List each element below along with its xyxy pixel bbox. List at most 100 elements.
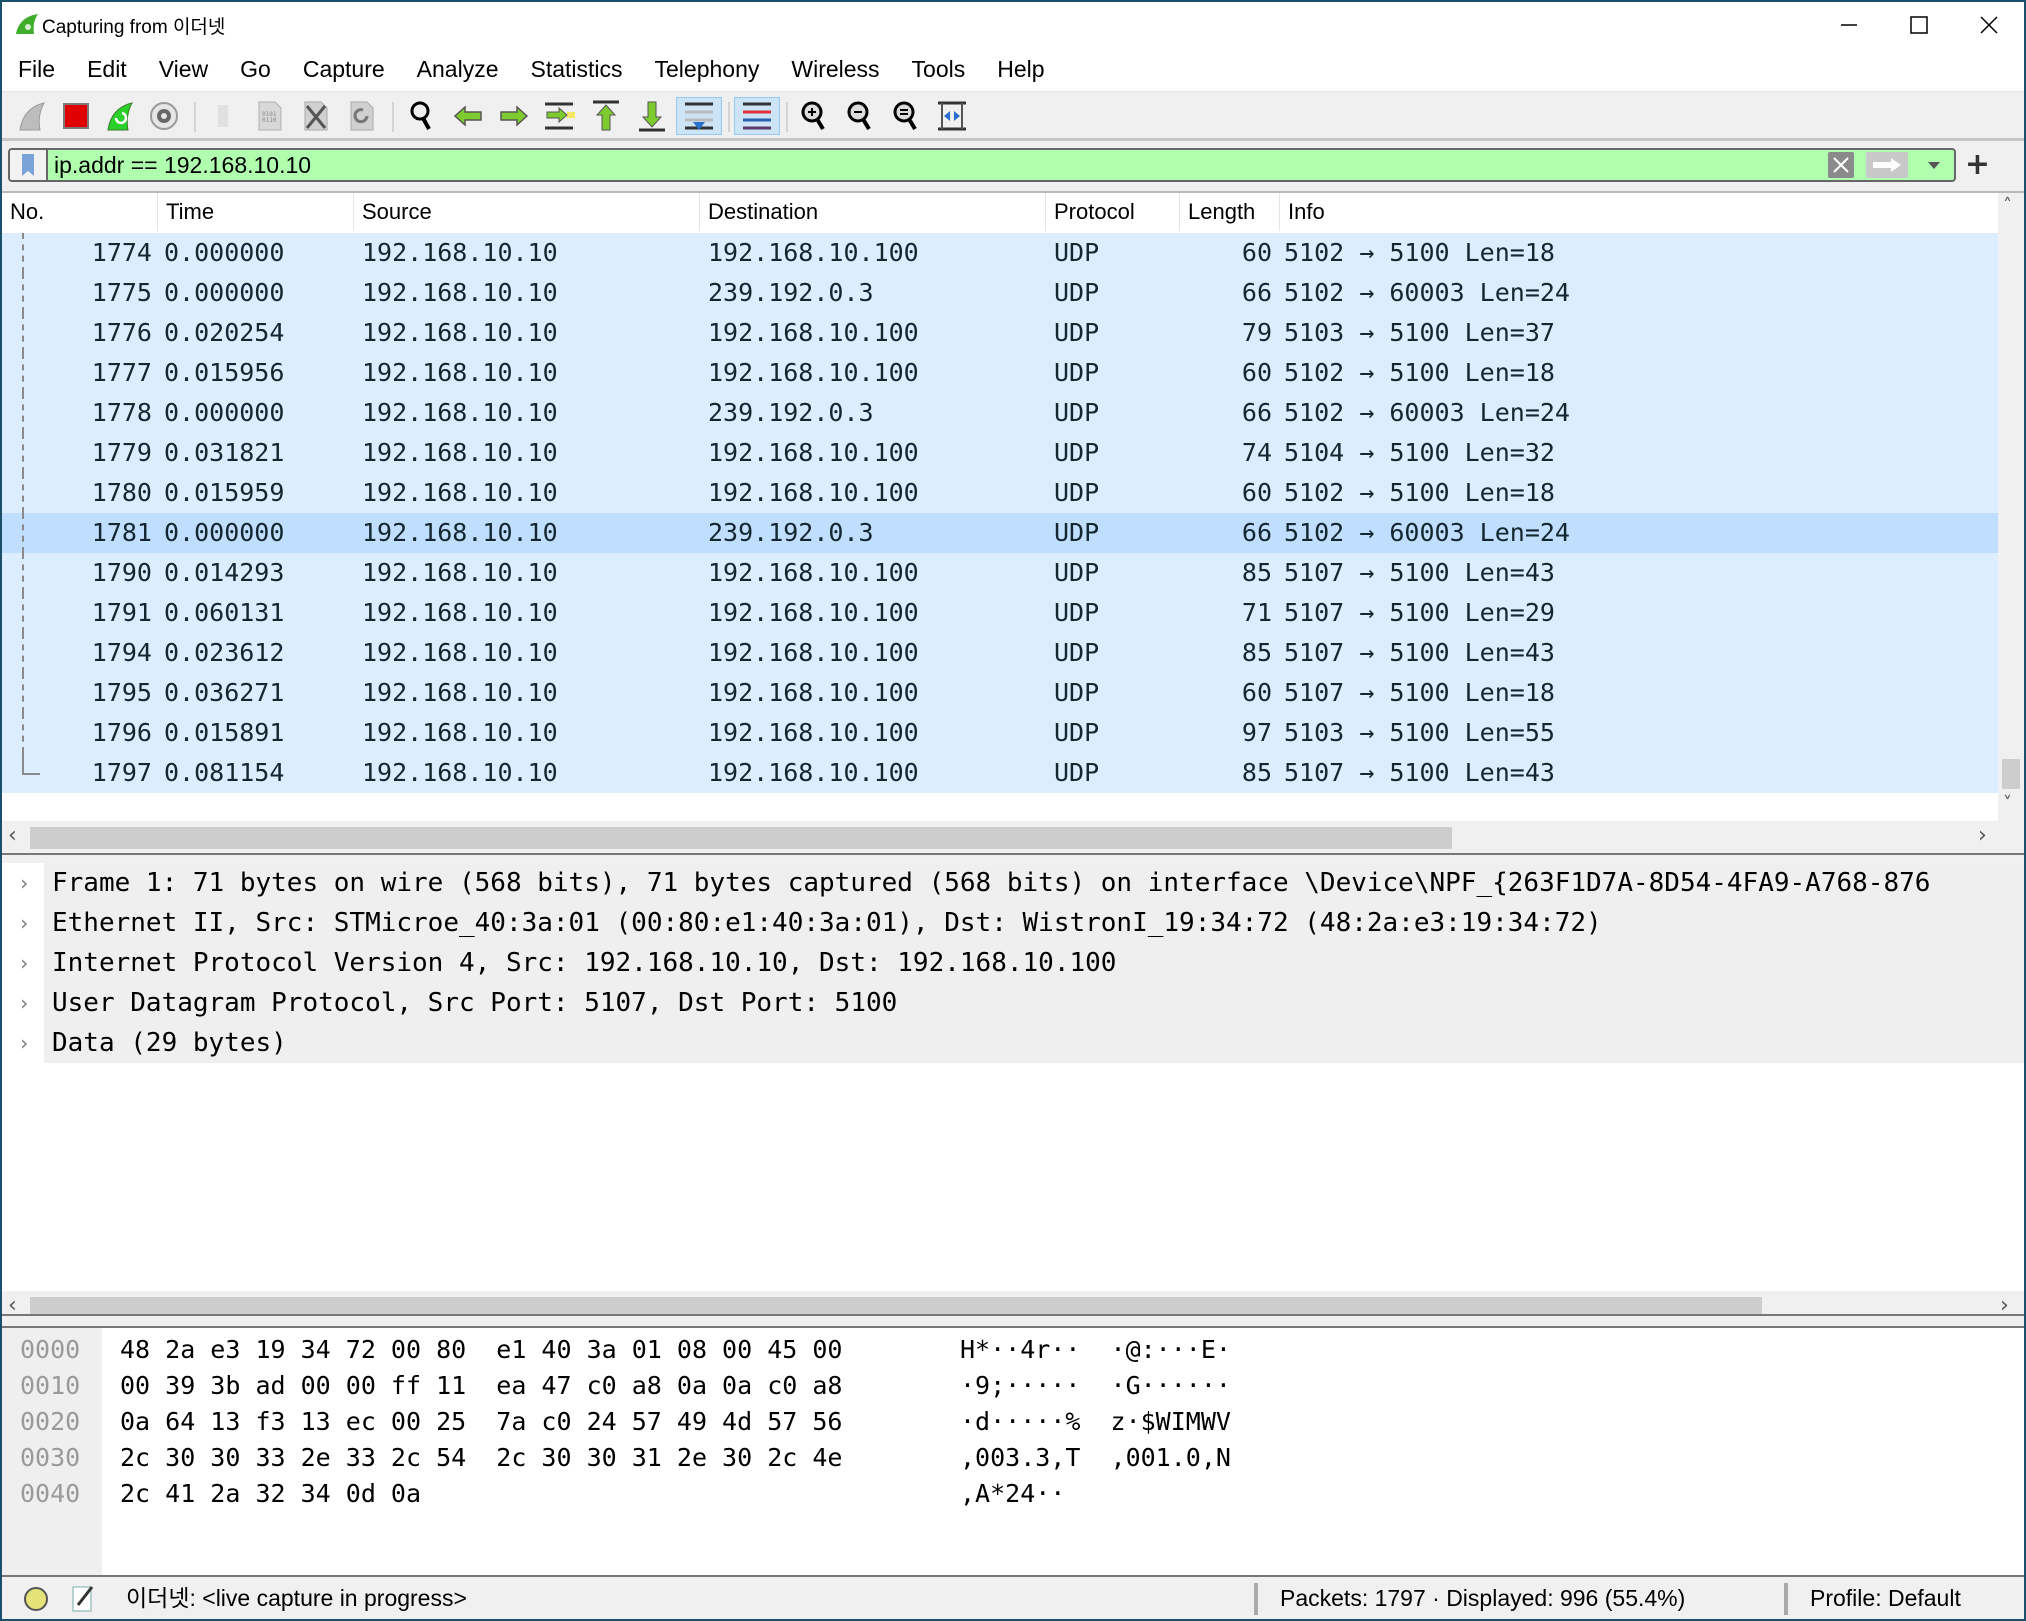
profile-text[interactable]: Profile: Default: [1810, 1577, 1961, 1619]
detail-udp[interactable]: › User Datagram Protocol, Src Port: 5107,…: [2, 983, 2024, 1023]
display-filter-input[interactable]: [54, 150, 1834, 180]
byte-row[interactable]: 0030 2c 30 30 33 2e 33 2c 54 2c 30 30 31 …: [2, 1440, 2024, 1476]
packet-row[interactable]: 1794 0.023612 192.168.10.10 192.168.10.100 U…: [2, 633, 1998, 673]
packet-row[interactable]: 1796 0.015891 192.168.10.10 192.168.10.100 U…: [2, 713, 1998, 753]
capture-options-button[interactable]: [144, 97, 184, 135]
packet-row[interactable]: 1779 0.031821 192.168.10.10 192.168.10.100 U…: [2, 433, 1998, 473]
status-separator[interactable]: [1254, 1583, 1258, 1615]
go-to-packet-button[interactable]: [540, 97, 580, 135]
byte-row[interactable]: 0040 2c 41 2a 32 34 0d 0a ,A*24··: [2, 1476, 2024, 1512]
chevron-right-icon[interactable]: ›: [18, 863, 30, 903]
add-filter-button[interactable]: +: [1965, 150, 1990, 180]
menu-file[interactable]: File: [18, 54, 55, 85]
byte-row[interactable]: 0010 00 39 3b ad 00 00 ff 11 ea 47 c0 a8 …: [2, 1368, 2024, 1404]
packet-list-vertical-scrollbar[interactable]: ˄ ˅: [1998, 193, 2024, 823]
column-header-no[interactable]: No.: [2, 193, 158, 231]
vertical-scroll-thumb[interactable]: [2002, 759, 2020, 789]
packet-no: 1781: [91, 518, 152, 547]
chevron-right-icon[interactable]: ›: [18, 1023, 30, 1063]
menu-wireless[interactable]: Wireless: [791, 54, 879, 85]
chevron-right-icon[interactable]: ›: [18, 903, 30, 943]
packet-row[interactable]: 1777 0.015956 192.168.10.10 192.168.10.100 U…: [2, 353, 1998, 393]
detail-ipv4[interactable]: › Internet Protocol Version 4, Src: 192.1…: [2, 943, 2024, 983]
packet-row[interactable]: 1790 0.014293 192.168.10.10 192.168.10.100 U…: [2, 553, 1998, 593]
apply-filter-button[interactable]: [1866, 152, 1908, 178]
column-header-info[interactable]: Info: [1280, 193, 1998, 231]
zoom-in-button[interactable]: [794, 97, 834, 135]
detail-data[interactable]: › Data (29 bytes): [2, 1023, 2024, 1063]
go-last-button[interactable]: [632, 97, 672, 135]
packet-row[interactable]: 1797 0.081154 192.168.10.10 192.168.10.100 U…: [2, 753, 1998, 793]
byte-row[interactable]: 0020 0a 64 13 f3 13 ec 00 25 7a c0 24 57 …: [2, 1404, 2024, 1440]
menu-capture[interactable]: Capture: [303, 54, 385, 85]
packet-row[interactable]: 1775 0.000000 192.168.10.10 239.192.0.3 UDP 6…: [2, 273, 1998, 313]
clear-filter-button[interactable]: [1828, 152, 1854, 178]
start-capture-button[interactable]: [12, 97, 52, 135]
detail-ethernet[interactable]: › Ethernet II, Src: STMicroe_40:3a:01 (00…: [2, 903, 2024, 943]
close-file-button[interactable]: [296, 97, 336, 135]
packet-protocol: UDP: [1054, 758, 1100, 787]
save-file-button[interactable]: 0101 0110: [250, 97, 290, 135]
detail-frame[interactable]: › Frame 1: 71 bytes on wire (568 bits), 7…: [2, 863, 2024, 903]
column-header-source[interactable]: Source: [354, 193, 700, 231]
pane-splitter[interactable]: [2, 1314, 2024, 1328]
filter-bookmark-button[interactable]: [10, 150, 48, 180]
packet-row[interactable]: 1780 0.015959 192.168.10.10 192.168.10.100 U…: [2, 473, 1998, 513]
packet-row[interactable]: 1778 0.000000 192.168.10.10 239.192.0.3 UDP 6…: [2, 393, 1998, 433]
menu-analyze[interactable]: Analyze: [417, 54, 499, 85]
conversation-tree-line: [22, 473, 24, 513]
menu-go[interactable]: Go: [240, 54, 271, 85]
menu-tools[interactable]: Tools: [912, 54, 966, 85]
capture-comment-icon[interactable]: [70, 1583, 96, 1613]
go-forward-button[interactable]: [494, 97, 534, 135]
open-file-button[interactable]: [204, 97, 244, 135]
stop-capture-button[interactable]: [56, 97, 96, 135]
zoom-normal-button[interactable]: [886, 97, 926, 135]
scroll-right-icon[interactable]: ›: [1978, 823, 1987, 848]
packet-list-horizontal-scrollbar[interactable]: ‹ ›: [2, 821, 2024, 853]
close-button[interactable]: [1954, 2, 2024, 48]
horizontal-scroll-thumb[interactable]: [30, 827, 1452, 849]
status-separator[interactable]: [1784, 1583, 1788, 1615]
packet-source: 192.168.10.10: [362, 398, 558, 427]
reload-file-button[interactable]: [342, 97, 382, 135]
column-header-destination[interactable]: Destination: [700, 193, 1046, 231]
find-packet-button[interactable]: [402, 97, 442, 135]
packet-destination: 239.192.0.3: [708, 398, 874, 427]
resize-columns-button[interactable]: [932, 97, 972, 135]
filter-history-dropdown[interactable]: [1922, 154, 1946, 176]
packet-row[interactable]: 1781 0.000000 192.168.10.10 239.192.0.3 UDP 6…: [2, 513, 1998, 553]
menu-help[interactable]: Help: [997, 54, 1044, 85]
restart-capture-button[interactable]: [100, 97, 140, 135]
go-back-button[interactable]: [448, 97, 488, 135]
menu-view[interactable]: View: [159, 54, 208, 85]
scroll-left-icon[interactable]: ‹: [8, 823, 17, 848]
menu-telephony[interactable]: Telephony: [655, 54, 760, 85]
column-header-length[interactable]: Length: [1180, 193, 1280, 231]
minimize-button[interactable]: [1814, 2, 1884, 48]
packet-row[interactable]: 1795 0.036271 192.168.10.10 192.168.10.100 U…: [2, 673, 1998, 713]
maximize-button[interactable]: [1884, 2, 1954, 48]
colorize-button[interactable]: [734, 97, 780, 135]
column-header-protocol[interactable]: Protocol: [1046, 193, 1180, 231]
byte-row[interactable]: 0000 48 2a e3 19 34 72 00 80 e1 40 3a 01 …: [2, 1332, 2024, 1368]
chevron-right-icon[interactable]: ›: [18, 943, 30, 983]
column-header-time[interactable]: Time: [158, 193, 354, 231]
autoscroll-button[interactable]: [676, 97, 722, 135]
packet-row[interactable]: 1776 0.020254 192.168.10.10 192.168.10.100 U…: [2, 313, 1998, 353]
packet-row[interactable]: 1791 0.060131 192.168.10.10 192.168.10.100 U…: [2, 593, 1998, 633]
go-first-button[interactable]: [586, 97, 626, 135]
menu-statistics[interactable]: Statistics: [530, 54, 622, 85]
packet-source: 192.168.10.10: [362, 678, 558, 707]
packet-length: 79: [1241, 318, 1272, 347]
zoom-out-button[interactable]: [840, 97, 880, 135]
byte-hex: 48 2a e3 19 34 72 00 80 e1 40 3a 01 08 0…: [120, 1335, 843, 1364]
expert-info-led-icon[interactable]: [24, 1587, 48, 1611]
chevron-right-icon[interactable]: ›: [18, 983, 30, 1023]
packet-source: 192.168.10.10: [362, 638, 558, 667]
scroll-up-icon[interactable]: ˄: [2003, 195, 2012, 216]
packet-row[interactable]: 1774 0.000000 192.168.10.10 192.168.10.100 U…: [2, 233, 1998, 273]
scroll-down-icon[interactable]: ˅: [2003, 793, 2012, 814]
byte-offset: 0000: [20, 1335, 81, 1364]
menu-edit[interactable]: Edit: [87, 54, 127, 85]
